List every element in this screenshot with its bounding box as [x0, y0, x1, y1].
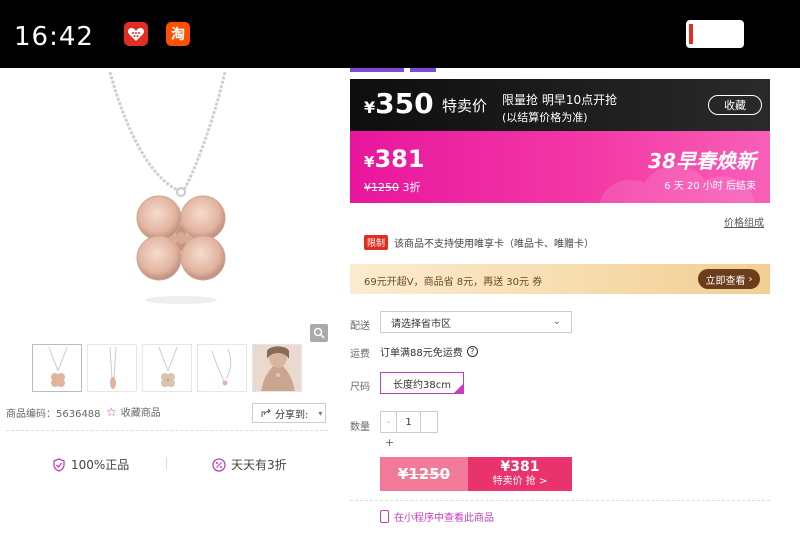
favorite-label: 收藏商品: [120, 408, 161, 419]
flash-sale-banner: ¥350 特卖价 限量抢 明早10点开抢 (以结算价格为准) 收藏: [350, 79, 770, 131]
item-code: 商品编码：5636488: [6, 409, 101, 420]
guarantee-label: 天天有3折: [231, 458, 287, 472]
limit-badge: 限制: [364, 235, 389, 250]
chevron-right-icon: ›: [748, 273, 753, 285]
thumbnail-4[interactable]: [197, 344, 247, 392]
stepper-spacer: [421, 412, 437, 432]
battery-icon: [686, 20, 744, 48]
flash-sale-schedule: 限量抢 明早10点开抢: [502, 93, 618, 107]
divider: [350, 500, 770, 501]
guarantee-discount: 天天有3折: [212, 456, 287, 473]
flash-sale-label: 特卖价: [442, 97, 488, 115]
promo-price: ¥381: [364, 145, 425, 173]
pinduoduo-app-icon: [124, 22, 148, 46]
shield-check-icon: [53, 457, 65, 472]
chevron-down-icon: ▾: [318, 408, 323, 418]
favorite-button[interactable]: ☆ 收藏商品: [106, 404, 161, 420]
star-icon: ☆: [106, 404, 117, 419]
buy-action-label: 特卖价 抢 >: [492, 476, 548, 487]
divider: [166, 457, 167, 469]
thumbnail-5[interactable]: [252, 344, 302, 392]
phone-icon: [380, 510, 389, 523]
product-main-image[interactable]: [80, 68, 280, 318]
buy-bar: ¥1250 ¥381 特卖价 抢 >: [380, 457, 572, 491]
shipping-label: 运费: [350, 349, 370, 360]
share-button[interactable]: 分享到: ▾: [252, 403, 326, 423]
size-label: 尺码: [350, 382, 370, 393]
share-label: 分享到:: [275, 409, 309, 421]
limit-notice: 限制 该商品不支持使用唯享卡（唯品卡、唯赠卡）: [364, 235, 594, 250]
thumbnail-strip: [32, 344, 302, 392]
zoom-button[interactable]: [310, 324, 328, 342]
mini-program-link[interactable]: 在小程序中查看此商品: [380, 509, 494, 524]
guarantee-authentic: 100%正品: [52, 456, 129, 473]
limit-text: 该商品不支持使用唯享卡（唯品卡、唯赠卡）: [394, 239, 595, 250]
delivery-placeholder: 请选择省市区: [391, 318, 451, 330]
magnifier-icon: [313, 327, 325, 339]
vip-view-button[interactable]: 立即查看 ›: [698, 269, 760, 289]
divider: [6, 430, 328, 431]
flash-sale-price: ¥350: [364, 87, 434, 120]
guarantee-label: 100%正品: [71, 458, 130, 472]
status-time: 16:42: [14, 22, 94, 52]
share-icon: [261, 408, 271, 417]
help-icon[interactable]: ?: [466, 346, 478, 357]
quantity-value[interactable]: 1: [397, 412, 421, 432]
quantity-increase-button[interactable]: +: [385, 436, 394, 449]
promo-event-title: 38早春焕新: [648, 149, 756, 173]
thumbnail-3[interactable]: [142, 344, 192, 392]
vip-button-label: 立即查看: [705, 275, 746, 287]
status-bar: 16:42 淘: [0, 0, 800, 68]
quantity-label: 数量: [350, 422, 370, 433]
quantity-decrease-button[interactable]: -: [381, 412, 397, 432]
delivery-region-select[interactable]: 请选择省市区 ⌄: [380, 311, 572, 333]
taobao-app-icon: 淘: [166, 22, 190, 46]
flash-sale-note: (以结算价格为准): [502, 111, 588, 124]
buy-original-price: ¥1250: [380, 457, 468, 491]
thumbnail-2[interactable]: [87, 344, 137, 392]
price-breakdown-link[interactable]: 价格组成: [724, 214, 764, 229]
promo-original-price: ¥1250 3折: [364, 181, 421, 194]
size-option[interactable]: 长度约38cm: [380, 372, 464, 394]
promo-banner: ¥381 ¥1250 3折 38早春焕新 6 天 20 小时 后结束: [350, 131, 770, 203]
mini-program-label: 在小程序中查看此商品: [394, 513, 494, 524]
promo-countdown: 6 天 20 小时 后结束: [664, 181, 756, 192]
vip-text: 69元开超V，商品省 8元，再送 30元 券: [364, 277, 543, 288]
chevron-down-icon: ⌄: [552, 316, 561, 327]
thumbnail-1[interactable]: [32, 344, 82, 392]
heart-logo-icon: [127, 28, 145, 41]
delivery-label: 配送: [350, 321, 370, 332]
shipping-info: 订单满88元免运费 ?: [380, 344, 478, 359]
shipping-text: 订单满88元免运费: [380, 348, 463, 359]
buy-price: ¥381: [500, 459, 540, 475]
vip-banner: 69元开超V，商品省 8元，再送 30元 券 立即查看 ›: [350, 264, 770, 294]
battery-level: [689, 24, 693, 44]
buy-now-button[interactable]: ¥381 特卖价 抢 >: [468, 457, 572, 491]
header-tags: [350, 68, 450, 72]
discount-icon: [212, 457, 226, 472]
quantity-stepper: - 1: [380, 411, 438, 433]
collect-button[interactable]: 收藏: [708, 95, 762, 115]
